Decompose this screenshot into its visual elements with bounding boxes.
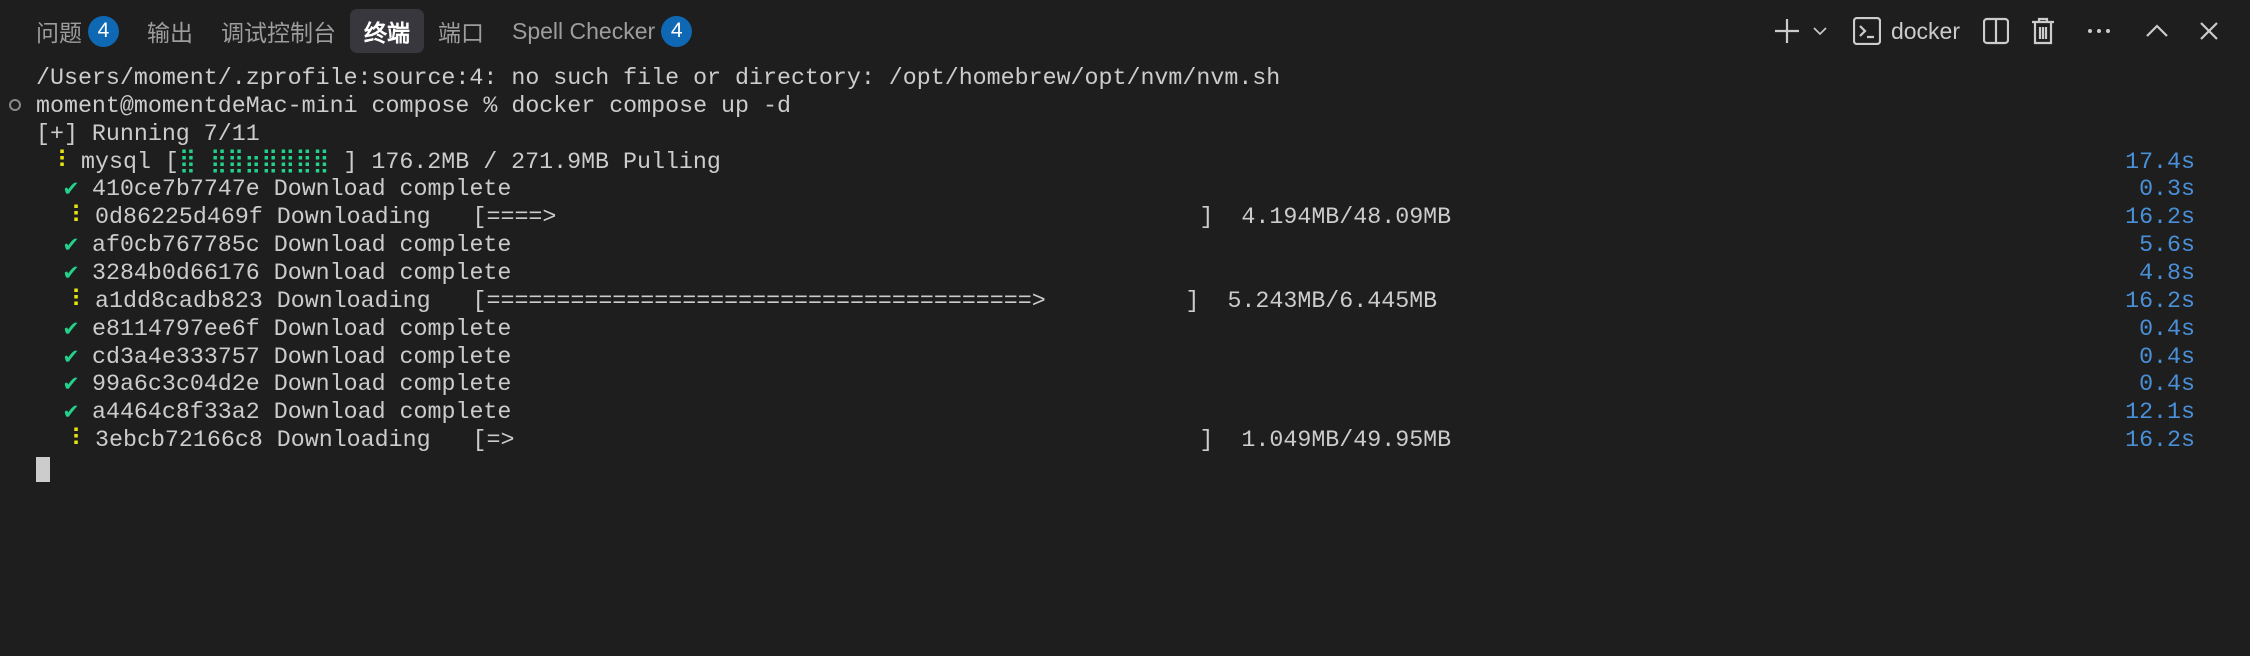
chevron-down-icon [1813, 27, 1827, 36]
tab-label: Spell Checker [512, 17, 656, 44]
layer-row: ✔ 3284b0d66176 Download complete 4.8s [36, 260, 2195, 288]
elapsed-time: 4.8s [2139, 260, 2195, 287]
more-icon [2088, 29, 2110, 33]
layer-status: e8114797ee6f Download complete [91, 315, 512, 342]
check-icon: ✔ [63, 371, 78, 398]
layer-info: ✔ 99a6c3c04d2e Download complete [36, 371, 511, 399]
count-badge: 4 [661, 15, 693, 47]
panel-tabs: 问题 4 输出 调试控制台 终端 端口 Spell Checker 4 [22, 8, 706, 54]
close-icon [2200, 22, 2218, 40]
close-panel-button[interactable] [2194, 11, 2224, 51]
layer-info: ✔ 410ce7b7747e Download complete [36, 176, 511, 204]
more-actions-button[interactable] [2084, 11, 2114, 51]
layer-row: ✔ af0cb767785c Download complete 5.6s [36, 232, 2195, 260]
maximize-panel-button[interactable] [2142, 11, 2172, 51]
elapsed-time: 0.4s [2139, 343, 2195, 370]
layer-status: 3284b0d66176 Download complete [91, 260, 512, 287]
plus-icon [1774, 19, 1799, 43]
layer-info: ⠸ 0d86225d469f Downloading [====> ] 4.19… [36, 204, 1451, 232]
elapsed-time: 0.3s [2139, 176, 2195, 203]
check-icon: ✔ [63, 232, 78, 259]
spinner-icon: ⠸ [63, 204, 82, 231]
layer-row: ✔ cd3a4e333757 Download complete 0.4s [36, 344, 2195, 372]
elapsed-time: 12.1s [2125, 399, 2195, 426]
launch-profile-dropdown[interactable] [1807, 11, 1833, 51]
layer-status: 3ebcb72166c8 Downloading [=> ] 1.049MB/4… [95, 427, 1452, 454]
layer-info: ⠸ a1dd8cadb823 Downloading [============… [36, 288, 1437, 316]
tab-label: 输出 [147, 20, 193, 46]
layer-status: cd3a4e333757 Download complete [91, 343, 512, 370]
mysql-pull-text: ⠸ mysql [⣿ ⣿⣿⣶⣿⣿⣿⣿ ] 176.2MB / 271.9MB P… [36, 149, 721, 177]
tab-5[interactable]: Spell Checker 4 [498, 9, 706, 53]
mysql-name: mysql [ [81, 148, 179, 175]
terminal-icon [1852, 17, 1881, 45]
tab-label: 端口 [438, 20, 484, 46]
kill-terminal-button[interactable] [2030, 11, 2056, 51]
terminal-instance-button[interactable]: docker [1852, 11, 1960, 51]
prompt-line: moment@momentdeMac-mini compose % docker… [36, 92, 791, 119]
elapsed-time: 5.6s [2139, 232, 2195, 259]
elapsed-time: 17.4s [2125, 148, 2195, 175]
layer-status: a1dd8cadb823 Downloading [==============… [95, 287, 1438, 314]
tab-label: 终端 [364, 20, 410, 46]
spinner-icon: ⠸ [63, 287, 82, 314]
terminal-cursor [36, 457, 50, 482]
spinner-icon: ⠸ [63, 427, 82, 454]
count-badge: 4 [88, 15, 119, 47]
tab-4[interactable]: 端口 [424, 9, 498, 53]
layer-row: ⠸ 0d86225d469f Downloading [====> ] 4.19… [36, 204, 2195, 232]
check-icon: ✔ [63, 176, 78, 203]
trash-icon [2032, 17, 2054, 45]
layer-status: 410ce7b7747e Download complete [91, 176, 512, 203]
tab-2[interactable]: 调试控制台 [207, 9, 350, 53]
layer-row: ✔ e8114797ee6f Download complete 0.4s [36, 316, 2195, 344]
mysql-progress: ⣿ ⣿⣿⣶⣿⣿⣿⣿ [178, 148, 330, 175]
check-icon: ✔ [63, 315, 78, 342]
layer-status: af0cb767785c Download complete [91, 232, 512, 259]
terminal-line: /Users/moment/.zprofile:source:4: no suc… [36, 65, 2195, 93]
layer-info: ✔ af0cb767785c Download complete [36, 232, 511, 260]
elapsed-time: 0.4s [2139, 371, 2195, 398]
elapsed-time: 16.2s [2125, 204, 2195, 231]
split-icon [1983, 17, 2009, 45]
layer-info: ✔ e8114797ee6f Download complete [36, 316, 511, 344]
layer-row: ✔ 410ce7b7747e Download complete 0.3s [36, 176, 2195, 204]
chevron-up-icon [2146, 24, 2168, 37]
layer-info: ✔ 3284b0d66176 Download complete [36, 260, 511, 288]
terminal-name: docker [1890, 17, 1960, 44]
layer-info: ⠸ 3ebcb72166c8 Downloading [=> ] 1.049MB… [36, 427, 1451, 455]
terminal-output[interactable]: /Users/moment/.zprofile:source:4: no suc… [36, 65, 2195, 455]
layer-info: ✔ a4464c8f33a2 Download complete [36, 399, 511, 427]
layer-row: ⠸ 3ebcb72166c8 Downloading [=> ] 1.049MB… [36, 427, 2195, 455]
tab-1[interactable]: 输出 [133, 9, 207, 53]
layer-row: ✔ 99a6c3c04d2e Download complete 0.4s [36, 371, 2195, 399]
new-terminal-button[interactable] [1767, 11, 1807, 51]
mysql-status: ] 176.2MB / 271.9MB Pulling [329, 148, 721, 175]
command-decoration-icon[interactable] [9, 99, 21, 111]
check-icon: ✔ [63, 399, 78, 426]
layer-status: 0d86225d469f Downloading [====> ] 4.194M… [95, 204, 1452, 231]
terminal-toolbar: docker [1767, 8, 2250, 54]
tab-3[interactable]: 终端 [350, 9, 424, 53]
layer-status: a4464c8f33a2 Download complete [91, 399, 512, 426]
check-icon: ✔ [63, 343, 78, 370]
split-terminal-button[interactable] [1982, 11, 2010, 51]
elapsed-time: 0.4s [2139, 315, 2195, 342]
error-line: /Users/moment/.zprofile:source:4: no suc… [36, 65, 1281, 91]
tab-label: 调试控制台 [221, 20, 336, 46]
layer-row: ⠸ a1dd8cadb823 Downloading [============… [36, 288, 2195, 316]
tab-0[interactable]: 问题 4 [22, 9, 133, 53]
tab-label: 问题 [36, 20, 82, 46]
terminal-line: [+] Running 7/11 [36, 121, 2195, 149]
layer-status: 99a6c3c04d2e Download complete [91, 371, 512, 398]
layer-info: ✔ cd3a4e333757 Download complete [36, 344, 511, 372]
layer-row: ✔ a4464c8f33a2 Download complete 12.1s [36, 399, 2195, 427]
spinner-icon: ⠸ [49, 148, 68, 175]
mysql-pull-row: ⠸ mysql [⣿ ⣿⣿⣶⣿⣿⣿⣿ ] 176.2MB / 271.9MB P… [36, 149, 2195, 177]
running-status: [+] Running 7/11 [36, 120, 260, 147]
elapsed-time: 16.2s [2125, 427, 2195, 454]
elapsed-time: 16.2s [2125, 287, 2195, 314]
terminal-line: moment@momentdeMac-mini compose % docker… [36, 93, 2195, 121]
check-icon: ✔ [63, 260, 78, 287]
